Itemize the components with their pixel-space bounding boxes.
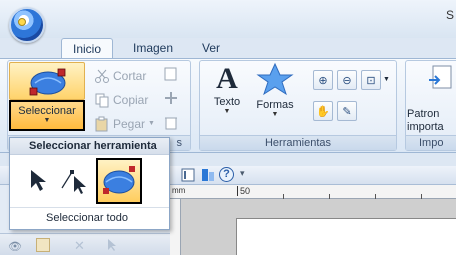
- help-icon[interactable]: ?: [219, 167, 234, 182]
- text-tool-button[interactable]: A Texto ▼: [207, 62, 247, 132]
- import-icon: [429, 65, 452, 89]
- toolbar-icon-2[interactable]: [201, 168, 215, 185]
- ruler-tick-50: 50: [237, 186, 250, 196]
- design-page[interactable]: [236, 218, 456, 255]
- lasso-select-icon: [103, 166, 135, 194]
- app-menu-button[interactable]: [9, 7, 45, 43]
- select-button[interactable]: Seleccionar ▼: [9, 100, 85, 131]
- clipboard-extra-icon-1[interactable]: [163, 66, 179, 85]
- delete-icon[interactable]: [163, 114, 179, 133]
- select-button-label: Seleccionar: [18, 105, 76, 117]
- chevron-down-icon: ▼: [223, 108, 231, 115]
- quickbar-customize-icon[interactable]: ▾: [240, 168, 245, 179]
- cut-label: Cortar: [113, 68, 147, 83]
- paste-button[interactable]: Pegar ▼: [94, 114, 155, 133]
- chevron-down-icon: ▼: [271, 111, 279, 118]
- horizontal-ruler: [170, 185, 456, 199]
- lasso-select-icon: [29, 68, 66, 96]
- pan-hand-icon[interactable]: ✋: [313, 101, 333, 121]
- lock-icon[interactable]: [36, 238, 50, 252]
- scissors-icon: [94, 68, 110, 84]
- tools-group-label: Herramientas: [200, 135, 396, 150]
- tab-inicio[interactable]: Inicio: [61, 38, 114, 59]
- paste-label: Pegar: [113, 116, 146, 131]
- app-logo-icon: [18, 18, 26, 26]
- chevron-down-icon: ▼: [43, 117, 51, 124]
- import-group-label: Impo: [406, 135, 456, 150]
- copy-label: Copiar: [113, 92, 149, 107]
- zoom-fit-icon[interactable]: ⊡: [361, 70, 381, 90]
- lasso-select-tool[interactable]: [96, 158, 142, 204]
- paste-dropdown-icon: ▼: [148, 120, 155, 127]
- point-edit-tool[interactable]: [60, 166, 90, 196]
- star-shape-icon: [256, 62, 294, 96]
- arrow-pointer-icon: [31, 170, 46, 191]
- pointer-small-icon[interactable]: [106, 238, 118, 255]
- shapes-tool-label: Formas: [256, 99, 294, 111]
- copy-icon: [94, 92, 110, 108]
- import-pattern-label: Patron importa: [407, 108, 444, 134]
- clipboard-extra-icon-2[interactable]: [163, 90, 179, 109]
- select-all-item[interactable]: Seleccionar todo: [10, 207, 169, 229]
- window-title: S: [446, 8, 455, 22]
- chevron-down-icon: ▼: [383, 76, 390, 83]
- dropdown-header: Seleccionar herramienta: [10, 138, 169, 155]
- zoom-in-icon[interactable]: ⊕: [313, 70, 333, 90]
- paste-icon: [94, 116, 110, 132]
- zoom-out-icon[interactable]: ⊖: [337, 70, 357, 90]
- point-edit-icon: [61, 170, 86, 194]
- shapes-tool-button[interactable]: Formas ▼: [252, 62, 298, 132]
- left-pane-toolbar: [0, 233, 170, 255]
- text-a-icon: A: [216, 62, 238, 95]
- measure-icon[interactable]: ✎: [337, 101, 357, 121]
- select-arrow-tool[interactable]: [28, 168, 50, 194]
- title-bar: [0, 0, 456, 38]
- copy-button[interactable]: Copiar: [94, 90, 148, 109]
- toolbar-icon-1[interactable]: [181, 168, 195, 185]
- tab-imagen[interactable]: Imagen: [122, 38, 184, 59]
- close-icon[interactable]: ✕: [74, 238, 85, 254]
- eye-icon[interactable]: 👁: [8, 240, 22, 253]
- select-tool-dropdown: Seleccionar herramienta Seleccionar todo: [9, 137, 170, 230]
- import-label-line2: importa: [407, 121, 444, 133]
- tab-ver[interactable]: Ver: [191, 38, 231, 59]
- ruler-unit: mm: [172, 186, 186, 195]
- cut-button[interactable]: Cortar: [94, 66, 146, 85]
- select-large-icon-button[interactable]: [9, 62, 85, 100]
- vertical-ruler: [170, 199, 181, 255]
- import-label-line1: Patron: [407, 108, 440, 120]
- text-tool-label: Texto: [213, 96, 241, 108]
